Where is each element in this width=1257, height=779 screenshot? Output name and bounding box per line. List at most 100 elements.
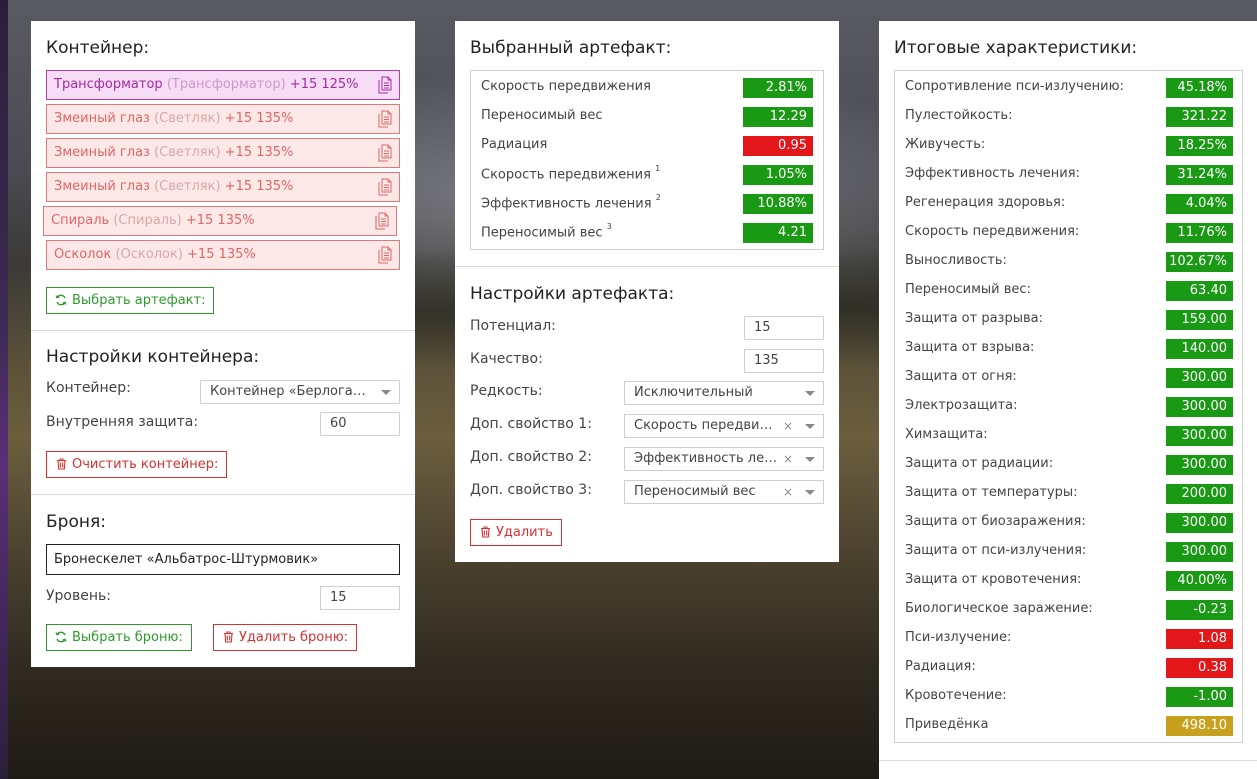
- stat-footnote: 2: [655, 193, 661, 202]
- stat-row: Переносимый вес 3 4.21: [471, 219, 823, 248]
- total-stat-name: Переносимый вес:: [905, 282, 1031, 297]
- total-stat-row: Кровотечение: -1.00: [895, 683, 1242, 712]
- total-stat-name: Защита от кровотечения:: [905, 572, 1082, 587]
- chevron-down-icon: [805, 424, 815, 429]
- armor-field[interactable]: Бронескелет «Альбатрос-Штурмовик»: [46, 544, 400, 575]
- stat-value: 0.95: [743, 136, 813, 156]
- level-input[interactable]: 15: [320, 586, 400, 610]
- total-stat-name: Защита от взрыва:: [905, 340, 1035, 355]
- total-stat-value: 40.00%: [1166, 571, 1233, 591]
- total-stat-value: 18.25%: [1166, 136, 1233, 156]
- chevron-down-icon: [805, 391, 815, 396]
- artifact-slot[interactable]: Трансформатор (Трансформатор) +15 125%: [46, 70, 400, 100]
- refresh-icon: [55, 625, 67, 650]
- close-icon[interactable]: ×: [783, 481, 793, 503]
- extra1-value: Скорость передви…: [634, 418, 773, 433]
- potential-input[interactable]: 15: [744, 316, 824, 340]
- artifact-slot[interactable]: Осколок (Осколок) +15 135%: [46, 240, 400, 270]
- delete-artifact-button[interactable]: Удалить: [470, 519, 562, 546]
- artifact-slot-type: (Трансформатор): [166, 77, 286, 92]
- artifact-slot-bonus: +15 135%: [224, 145, 294, 160]
- total-stat-value: 321.22: [1166, 107, 1233, 127]
- copy-icon[interactable]: [378, 76, 392, 94]
- total-stat-value: 63.40: [1166, 281, 1233, 301]
- copy-icon[interactable]: [378, 110, 392, 128]
- total-stat-name: Защита от биозаражения:: [905, 514, 1086, 529]
- totals-title: Итоговые характеристики:: [894, 38, 1138, 58]
- background-edge: [0, 0, 8, 779]
- container-type-select[interactable]: Контейнер «Берлога…: [200, 380, 400, 404]
- stat-name: Переносимый вес 3: [481, 222, 612, 241]
- level-label: Уровень:: [46, 588, 111, 604]
- total-stat-value: 45.18%: [1166, 78, 1233, 98]
- rarity-select[interactable]: Исключительный: [624, 381, 824, 405]
- totals-panel: Итоговые характеристики: Сопротивление п…: [879, 21, 1257, 779]
- total-stat-name: Эффективность лечения:: [905, 166, 1080, 181]
- delete-artifact-label: Удалить: [496, 525, 553, 540]
- trash-icon: [479, 520, 491, 545]
- total-stat-row: Пулестойкость: 321.22: [895, 103, 1242, 132]
- stat-footnote: 1: [655, 164, 661, 173]
- total-stat-value: 102.67%: [1166, 252, 1233, 272]
- potential-label: Потенциал:: [470, 318, 556, 334]
- artifact-slot-bonus: +15 135%: [187, 247, 256, 262]
- copy-icon[interactable]: [378, 246, 392, 264]
- artifact-slot-name: Осколок: [54, 247, 112, 262]
- inner-protection-input[interactable]: 60: [320, 412, 400, 436]
- total-stat-name: Химзащита:: [905, 427, 988, 442]
- artifact-slot-type: (Светляк): [154, 145, 221, 160]
- total-stat-row: Регенерация здоровья: 4.04%: [895, 190, 1242, 219]
- choose-artifact-button[interactable]: Выбрать артефакт:: [46, 287, 215, 314]
- artifact-slot[interactable]: Змеиный глаз (Светляк) +15 135%: [46, 138, 400, 168]
- extra3-value: Переносимый вес: [634, 484, 756, 499]
- container-type-value: Контейнер «Берлога…: [210, 384, 366, 399]
- extra1-label: Доп. свойство 1:: [470, 416, 592, 432]
- artifact-slot[interactable]: Змеиный глаз (Светляк) +15 135%: [46, 172, 400, 202]
- divider: [879, 760, 1257, 761]
- extra2-value: Эффективность ле…: [634, 451, 778, 466]
- total-stat-row: Защита от огня: 300.00: [895, 364, 1242, 393]
- total-stat-name: Радиация:: [905, 659, 976, 674]
- rarity-label: Редкость:: [470, 383, 543, 399]
- total-stat-value: 300.00: [1166, 426, 1233, 446]
- artifact-slot-name: Змеиный глаз: [54, 145, 150, 160]
- extra2-select[interactable]: Эффективность ле… ×: [624, 447, 824, 471]
- artifact-slot-type: (Светляк): [154, 179, 221, 194]
- total-stat-value: 31.24%: [1166, 165, 1233, 185]
- stat-row: Скорость передвижения 1 1.05%: [471, 161, 823, 190]
- stat-value: 12.29: [743, 107, 813, 127]
- total-stat-name: Защита от огня:: [905, 369, 1017, 384]
- copy-icon[interactable]: [375, 212, 389, 230]
- total-stat-name: Скорость передвижения:: [905, 224, 1080, 239]
- artifact-slot-name: Спираль: [51, 213, 110, 228]
- total-stat-row: Выносливость: 102.67%: [895, 248, 1242, 277]
- total-stat-row: Защита от взрыва: 140.00: [895, 335, 1242, 364]
- divider: [31, 330, 415, 331]
- armor-title: Броня:: [46, 512, 106, 532]
- artifact-slot[interactable]: Спираль (Спираль) +15 135%: [43, 206, 397, 236]
- artifact-stats-table: Скорость передвижения 2.81% Переносимый ве…: [470, 70, 824, 250]
- close-icon[interactable]: ×: [783, 448, 793, 470]
- choose-armor-button[interactable]: Выбрать броню:: [46, 624, 192, 651]
- copy-icon[interactable]: [378, 178, 392, 196]
- artifact-slot-name: Змеиный глаз: [54, 111, 150, 126]
- artifact-slot-bonus: +15 135%: [224, 179, 294, 194]
- stat-row: Скорость передвижения 2.81%: [471, 74, 823, 103]
- artifact-slot[interactable]: Змеиный глаз (Светляк) +15 135%: [46, 104, 400, 134]
- clear-container-button[interactable]: Очистить контейнер:: [46, 451, 228, 478]
- total-stat-row: Защита от пси-излучения: 300.00: [895, 538, 1242, 567]
- artifact-slot-type: (Спираль): [113, 213, 182, 228]
- container-type-label: Контейнер:: [46, 380, 131, 396]
- copy-icon[interactable]: [378, 144, 392, 162]
- total-stat-value: -0.23: [1166, 600, 1233, 620]
- total-stat-value: 300.00: [1166, 368, 1233, 388]
- total-stat-value: 300.00: [1166, 455, 1233, 475]
- close-icon[interactable]: ×: [783, 415, 793, 437]
- extra1-select[interactable]: Скорость передви… ×: [624, 414, 824, 438]
- artifact-slot-bonus: +15 125%: [289, 77, 359, 92]
- clear-container-label: Очистить контейнер:: [72, 457, 219, 472]
- delete-armor-button[interactable]: Удалить броню:: [213, 624, 358, 651]
- quality-input[interactable]: 135: [744, 349, 824, 373]
- total-stat-row: Защита от кровотечения: 40.00%: [895, 567, 1242, 596]
- extra3-select[interactable]: Переносимый вес ×: [624, 480, 824, 504]
